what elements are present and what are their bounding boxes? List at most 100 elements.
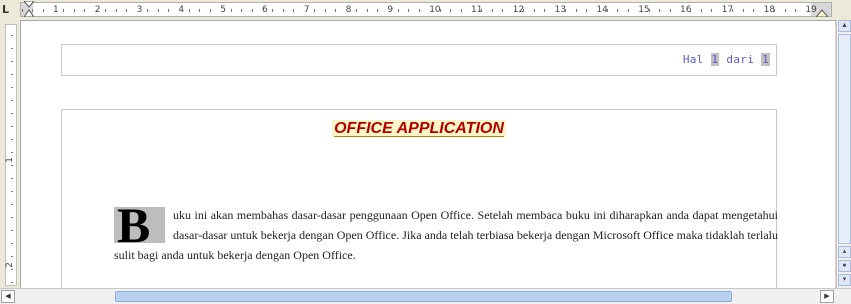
ruler-tick [293,9,295,12]
horizontal-scroll-thumb[interactable] [115,291,732,302]
ruler-tick [439,9,441,12]
ruler-tick [408,9,410,12]
vertical-ruler-tick [11,152,13,153]
document-title: OFFICE APPLICATION [62,120,776,138]
page-number-field: Hal 1 dari 1 [683,53,770,66]
right-indent-marker-icon[interactable] [816,1,828,17]
vertical-ruler-tick [11,74,13,75]
ruler-tick [73,9,75,12]
vertical-ruler-tick [11,282,13,283]
horizontal-ruler[interactable]: L 1 2 3 4 5 6 7 8 9 10 11 12 13 14 15 16 17 18 19 [0,0,851,21]
total-pages-field[interactable]: 1 [761,53,770,66]
ruler-number: 1 [53,5,59,15]
ruler-tick [774,9,776,12]
ruler-tick [460,9,462,12]
tab-type-icon[interactable]: L [2,3,14,17]
paragraph-text[interactable]: uku ini akan membahas dasar-dasar penggu… [114,205,778,265]
ruler-tick [732,9,734,12]
ruler-tick [126,9,128,12]
ruler-tick [481,9,483,12]
ruler-tick [784,9,786,12]
ruler-tick [324,9,326,12]
vertical-ruler-tick [11,256,13,257]
horizontal-scrollbar[interactable]: ◀ ▶ [0,288,851,304]
ruler-number: 2 [94,5,101,15]
body-paragraph[interactable]: B uku ini akan membahas dasar-dasar peng… [114,197,778,265]
ruler-track[interactable]: 1 2 3 4 5 6 7 8 9 10 11 12 13 14 15 16 17 18 19 [20,2,832,17]
page-header[interactable]: Hal 1 dari 1 [61,44,777,76]
ruler-number: 9 [387,5,394,15]
ruler-tick [147,9,149,12]
vertical-ruler-tick [11,87,13,88]
ruler-tick [700,9,702,12]
navigator-icon[interactable]: ● [838,260,851,272]
ruler-tick [450,9,452,12]
previous-page-icon[interactable]: ▴ [838,246,851,258]
ruler-tick [314,9,316,12]
scroll-right-icon[interactable]: ▶ [820,290,834,303]
drop-cap: B [114,197,165,253]
vertical-ruler-tick [11,61,13,62]
indent-marker-icon[interactable] [24,1,34,17]
ruler-tick [397,9,399,12]
ruler-tick [21,9,23,12]
ruler-tick [565,9,567,12]
ruler-tick [188,9,190,12]
ruler-tick [199,9,201,12]
page-body[interactable]: OFFICE APPLICATION B uku ini akan membah… [61,109,778,288]
ruler-number: 7 [303,5,310,15]
document-area[interactable]: Hal 1 dari 1 OFFICE APPLICATION B uku in… [21,21,835,288]
vertical-ruler-tick [11,35,13,36]
scroll-left-icon[interactable]: ◀ [1,290,15,303]
ruler-tick [711,9,713,12]
ruler-tick [335,9,337,12]
scroll-up-icon[interactable]: ▲ [838,20,851,32]
ruler-number: 8 [345,5,352,15]
ruler-tick [105,9,107,12]
ruler-tick [209,9,211,12]
ruler-tick [533,9,535,12]
ruler-tick [575,9,577,12]
ruler-number: 5 [220,5,226,15]
ruler-tick [669,9,671,12]
ruler-tick [167,9,169,12]
ruler-tick [617,9,619,12]
ruler-tick [230,9,232,12]
vertical-ruler-tick [11,48,13,49]
ruler-tick [282,9,284,12]
ruler-tick [366,9,368,12]
current-page-field[interactable]: 1 [710,53,720,66]
ruler-tick [606,9,608,12]
ruler-tick [63,9,65,12]
vertical-ruler-number: 2 [4,262,15,268]
vertical-ruler-number: 1 [4,157,15,163]
ruler-tick [627,9,629,12]
vertical-ruler-track: 12 [5,24,17,286]
vertical-ruler-tick [11,269,13,270]
vertical-ruler[interactable]: 12 [0,20,21,288]
ruler-tick [502,9,504,12]
vertical-scroll-thumb[interactable] [838,34,851,244]
vertical-ruler-tick [11,204,13,205]
vertical-ruler-tick [11,126,13,127]
next-page-icon[interactable]: ▾ [838,274,851,286]
ruler-tick [418,9,420,12]
ruler-tick [544,9,546,12]
ruler-tick [356,9,358,12]
vertical-ruler-tick [11,178,13,179]
vertical-ruler-tick [11,113,13,114]
vertical-ruler-tick [11,243,13,244]
vertical-scrollbar[interactable]: ▲ ▴ ● ▾ [836,20,851,288]
vertical-ruler-tick [11,217,13,218]
ruler-tick [742,9,744,12]
document-title-text: OFFICE APPLICATION [332,120,506,137]
vertical-ruler-tick [11,100,13,101]
drop-cap-letter: B [117,197,151,253]
ruler-tick [523,9,525,12]
header-middle: dari [726,53,755,66]
ruler-tick [84,9,86,12]
ruler-tick [251,9,253,12]
ruler-tick [794,9,796,12]
ruler-tick [491,9,493,12]
ruler-number: 6 [262,5,268,15]
